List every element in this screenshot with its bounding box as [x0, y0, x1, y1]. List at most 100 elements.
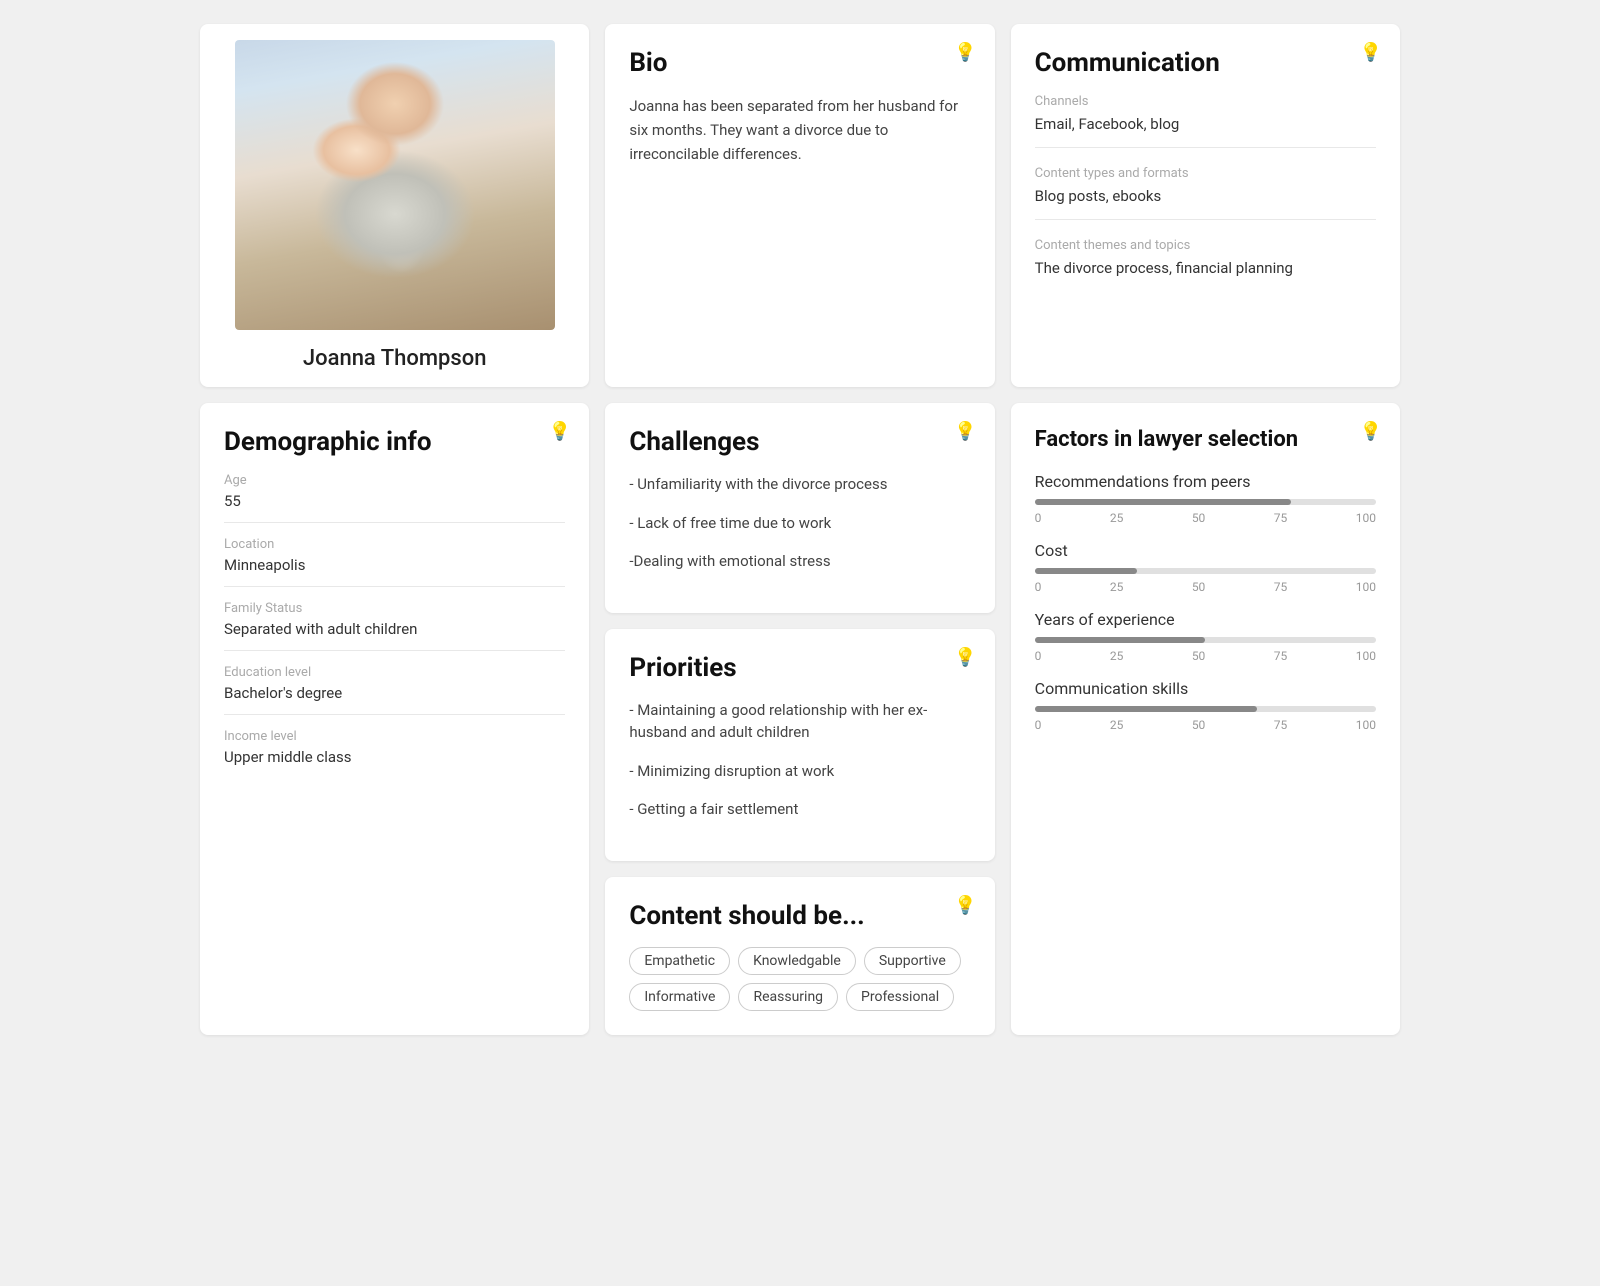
bar-scale: 0 25 50 75 100 — [1035, 511, 1376, 525]
content-tag: Professional — [846, 983, 954, 1011]
bar-fill — [1035, 499, 1291, 505]
bar-fill — [1035, 637, 1206, 643]
bar-scale: 0 25 50 75 100 — [1035, 718, 1376, 732]
lightbulb-icon: 💡 — [954, 42, 976, 63]
scale-label: 25 — [1110, 511, 1124, 525]
scale-label: 25 — [1110, 718, 1124, 732]
scale-label: 100 — [1356, 718, 1376, 732]
bar-fill — [1035, 706, 1257, 712]
challenges-card: 💡 Challenges - Unfamiliarity with the di… — [605, 403, 994, 613]
factor-label: Cost — [1035, 541, 1376, 560]
content-should-be-card: 💡 Content should be... Empathetic Knowled… — [605, 877, 994, 1035]
scale-label: 0 — [1035, 649, 1042, 663]
challenge-item-1: - Unfamiliarity with the divorce process — [629, 473, 970, 496]
scale-label: 25 — [1110, 649, 1124, 663]
scale-label: 50 — [1192, 718, 1206, 732]
demographic-card: 💡 Demographic info Age 55 Location Minne… — [200, 403, 589, 1035]
content-themes-section: Content themes and topics The divorce pr… — [1035, 238, 1376, 291]
scale-label: 100 — [1356, 511, 1376, 525]
scale-label: 50 — [1192, 649, 1206, 663]
scale-label: 100 — [1356, 580, 1376, 594]
content-tag: Empathetic — [629, 947, 730, 975]
factors-container: Recommendations from peers 0 25 50 75 100 Cost… — [1035, 472, 1376, 732]
lightbulb-icon-factors: 💡 — [1360, 421, 1382, 442]
education-section: Education level Bachelor's degree — [224, 665, 565, 715]
channels-value: Email, Facebook, blog — [1035, 115, 1376, 148]
bio-card: 💡 Bio Joanna has been separated from her… — [605, 24, 994, 387]
location-section: Location Minneapolis — [224, 537, 565, 587]
income-value: Upper middle class — [224, 748, 565, 778]
scale-label: 50 — [1192, 580, 1206, 594]
family-status-label: Family Status — [224, 601, 565, 616]
tags-container: Empathetic Knowledgable Supportive Informat… — [629, 947, 970, 1011]
profile-photo — [235, 40, 555, 330]
content-themes-value: The divorce process, financial planning — [1035, 259, 1376, 291]
priority-item-3: - Getting a fair settlement — [629, 798, 970, 821]
scale-label: 0 — [1035, 718, 1042, 732]
priorities-title: Priorities — [629, 653, 970, 683]
factor-section: Recommendations from peers 0 25 50 75 100 — [1035, 472, 1376, 525]
challenge-item-2: - Lack of free time due to work — [629, 512, 970, 535]
age-label: Age — [224, 473, 565, 488]
bar-scale: 0 25 50 75 100 — [1035, 649, 1376, 663]
profile-card: Joanna Thompson — [200, 24, 589, 387]
lightbulb-icon-chall: 💡 — [954, 421, 976, 442]
bio-title: Bio — [629, 48, 970, 78]
content-tag: Supportive — [864, 947, 961, 975]
bar-container — [1035, 706, 1376, 712]
content-types-section: Content types and formats Blog posts, eb… — [1035, 166, 1376, 220]
income-label: Income level — [224, 729, 565, 744]
content-tag: Knowledgable — [738, 947, 856, 975]
age-section: Age 55 — [224, 473, 565, 523]
comm-title: Communication — [1035, 48, 1376, 78]
main-grid: Joanna Thompson 💡 Bio Joanna has been se… — [200, 24, 1400, 1035]
factors-title: Factors in lawyer selection — [1035, 427, 1376, 452]
factor-section: Years of experience 0 25 50 75 100 — [1035, 610, 1376, 663]
scale-label: 75 — [1274, 580, 1288, 594]
education-value: Bachelor's degree — [224, 684, 565, 715]
factor-label: Recommendations from peers — [1035, 472, 1376, 491]
scale-label: 75 — [1274, 511, 1288, 525]
bar-container — [1035, 568, 1376, 574]
age-value: 55 — [224, 492, 565, 523]
scale-label: 50 — [1192, 511, 1206, 525]
scale-label: 75 — [1274, 649, 1288, 663]
profile-name: Joanna Thompson — [303, 346, 487, 371]
photo-placeholder — [235, 40, 555, 330]
location-label: Location — [224, 537, 565, 552]
content-themes-label: Content themes and topics — [1035, 238, 1376, 253]
content-title: Content should be... — [629, 901, 970, 931]
lightbulb-icon-comm: 💡 — [1360, 42, 1382, 63]
scale-label: 100 — [1356, 649, 1376, 663]
channels-section: Channels Email, Facebook, blog — [1035, 94, 1376, 148]
channels-label: Channels — [1035, 94, 1376, 109]
challenges-title: Challenges — [629, 427, 970, 457]
content-tag: Informative — [629, 983, 730, 1011]
bio-text: Joanna has been separated from her husba… — [629, 94, 970, 166]
content-tag: Reassuring — [738, 983, 838, 1011]
factors-card: 💡 Factors in lawyer selection Recommenda… — [1011, 403, 1400, 1035]
bar-fill — [1035, 568, 1137, 574]
factor-section: Communication skills 0 25 50 75 100 — [1035, 679, 1376, 732]
communication-card: 💡 Communication Channels Email, Facebook… — [1011, 24, 1400, 387]
bar-container — [1035, 499, 1376, 505]
lightbulb-icon-demo: 💡 — [549, 421, 571, 442]
lightbulb-icon-content: 💡 — [954, 895, 976, 916]
factor-label: Years of experience — [1035, 610, 1376, 629]
education-label: Education level — [224, 665, 565, 680]
location-value: Minneapolis — [224, 556, 565, 587]
scale-label: 0 — [1035, 511, 1042, 525]
bar-scale: 0255075100 — [1035, 580, 1376, 594]
priority-item-1: - Maintaining a good relationship with h… — [629, 699, 970, 744]
priorities-card: 💡 Priorities - Maintaining a good relati… — [605, 629, 994, 861]
factor-section: Cost0255075100 — [1035, 541, 1376, 594]
family-status-value: Separated with adult children — [224, 620, 565, 651]
scale-label: 75 — [1274, 718, 1288, 732]
scale-label: 0 — [1035, 580, 1042, 594]
priority-item-2: - Minimizing disruption at work — [629, 760, 970, 783]
bar-container — [1035, 637, 1376, 643]
factor-label: Communication skills — [1035, 679, 1376, 698]
family-status-section: Family Status Separated with adult child… — [224, 601, 565, 651]
lightbulb-icon-prio: 💡 — [954, 647, 976, 668]
content-types-label: Content types and formats — [1035, 166, 1376, 181]
